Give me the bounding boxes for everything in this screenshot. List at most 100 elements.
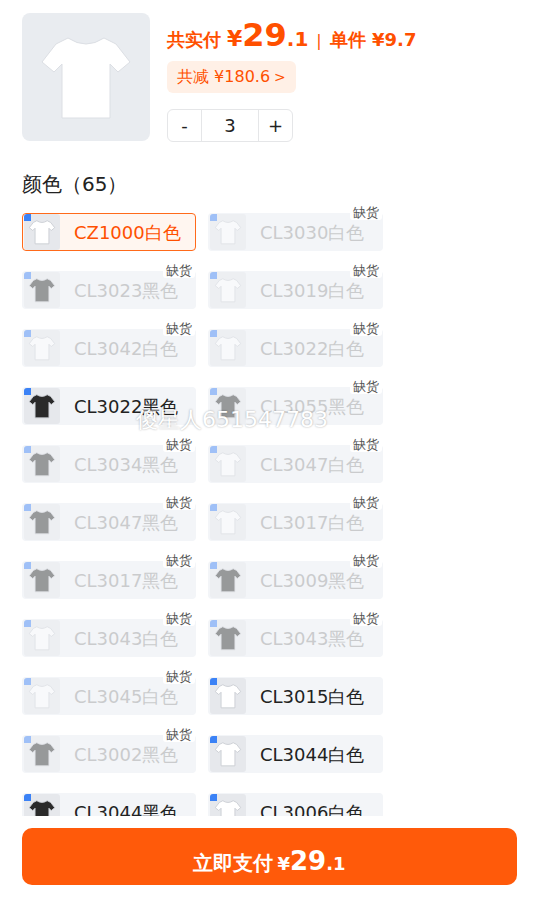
option-label[interactable]: CL3047白色 [260,451,364,478]
corner-tag-icon [24,330,31,337]
option-label[interactable]: CL3017白色 [260,509,364,536]
option-label[interactable]: CL3045白色 [74,683,178,710]
option-label[interactable]: CL3042白色 [74,335,178,362]
option-label[interactable]: CL3043黑色 [260,625,364,652]
option-chip[interactable]: CL3019白色缺货 [208,271,383,309]
option-content: CL3043黑色 [209,620,364,656]
option-content: CL3044白色 [209,736,364,772]
option-chip[interactable]: CL3022白色缺货 [208,329,383,367]
corner-tag-icon [24,388,31,395]
corner-tag-icon [24,562,31,569]
tshirt-icon [214,335,242,361]
corner-tag-icon [210,504,217,511]
option-content: CL3017黑色 [23,562,178,598]
option-chip[interactable]: CL3047黑色缺货 [22,503,196,541]
option-chip[interactable]: CL3023黑色缺货 [22,271,196,309]
option-chip[interactable]: CL3022黑色 [22,387,196,425]
option-chip[interactable]: CL3044白色 [208,735,383,773]
option-label[interactable]: CL3023黑色 [74,277,178,304]
option-label[interactable]: CL3006白色 [260,799,364,817]
option-chip[interactable]: CL3006白色 [208,793,383,816]
product-image[interactable] [22,13,150,141]
option-chip[interactable]: CL3045白色缺货 [22,677,196,715]
out-of-stock-badge: 缺货 [350,321,382,336]
tshirt-icon [28,393,56,419]
option-thumbnail [24,446,60,482]
option-chip[interactable]: CL3042白色缺货 [22,329,196,367]
option-content: CL3019白色 [209,272,364,308]
option-chip[interactable]: CL3030白色缺货 [208,213,383,251]
tshirt-icon [28,509,56,535]
option-chip[interactable]: CL3055黑色缺货 [208,387,383,425]
option-label[interactable]: CL3055黑色 [260,393,364,420]
corner-tag-icon [24,794,31,801]
option-label[interactable]: CL3019白色 [260,277,364,304]
option-label[interactable]: CL3044白色 [260,741,364,768]
option-label[interactable]: CL3043白色 [74,625,178,652]
quantity-stepper: -3+ [167,109,293,142]
minus-button[interactable]: - [168,110,202,141]
out-of-stock-badge: 缺货 [163,495,195,510]
option-chip[interactable]: CL3009黑色缺货 [208,561,383,599]
option-chip[interactable]: CL3047白色缺货 [208,445,383,483]
option-chip[interactable]: CL3017黑色缺货 [22,561,196,599]
pay-label[interactable]: 立即支付 [193,848,273,878]
corner-tag-icon [24,272,31,279]
corner-tag-icon [210,736,217,743]
out-of-stock-badge: 缺货 [350,495,382,510]
corner-tag-icon [210,794,217,801]
option-chip[interactable]: CL3015白色 [208,677,383,715]
option-label[interactable]: CL3009黑色 [260,567,364,594]
option-thumbnail [210,388,246,424]
price-label: 共实付 [167,26,221,53]
option-content: CZ1000白色 [23,214,181,250]
watermark: 傻星人651547783 [136,403,328,436]
option-thumbnail [24,388,60,424]
price-decimal: .1 [287,24,309,54]
option-label[interactable]: CL3015白色 [260,683,364,710]
tshirt-icon [28,683,56,709]
option-chip[interactable]: CL3043黑色缺货 [208,619,383,657]
option-chip[interactable]: CL3044黑色 [22,793,196,816]
option-label[interactable]: CL3047黑色 [74,509,178,536]
quantity-value[interactable]: 3 [202,110,258,141]
tshirt-icon [28,219,56,245]
option-label[interactable]: CL3044黑色 [74,799,178,817]
option-content: CL3042白色 [23,330,178,366]
pay-button[interactable]: 立即支付¥29.1 [22,828,517,885]
option-thumbnail [24,562,60,598]
plus-button[interactable]: + [258,110,292,141]
corner-tag-icon [24,620,31,627]
option-label[interactable]: CL3002黑色 [74,741,178,768]
discount-text: 共减 ¥180.6 [177,65,270,89]
option-thumbnail [210,678,246,714]
unit-price: 单件 ¥9.7 [330,26,417,53]
out-of-stock-badge: 缺货 [350,205,382,220]
option-thumbnail [210,620,246,656]
option-chip[interactable]: CL3017白色缺货 [208,503,383,541]
option-label[interactable]: CZ1000白色 [74,219,181,246]
option-label[interactable]: CL3030白色 [260,219,364,246]
option-chip[interactable]: CL3034黑色缺货 [22,445,196,483]
option-grid: CZ1000白色CL3030白色缺货CL3023黑色缺货CL3019白色缺货CL… [22,213,390,816]
option-label[interactable]: CL3017黑色 [74,567,178,594]
option-thumbnail [210,504,246,540]
option-chip[interactable]: CZ1000白色 [22,213,196,251]
option-label[interactable]: CL3022黑色 [74,393,178,420]
option-label[interactable]: CL3022白色 [260,335,364,362]
option-chip[interactable]: CL3002黑色缺货 [22,735,196,773]
tshirt-icon [214,451,242,477]
tshirt-icon [214,625,242,651]
tshirt-icon [214,683,242,709]
tshirt-icon [214,219,242,245]
option-content: CL3017白色 [209,504,364,540]
option-label[interactable]: CL3034黑色 [74,451,178,478]
option-chip[interactable]: CL3043白色缺货 [22,619,196,657]
option-content: CL3034黑色 [23,446,178,482]
out-of-stock-badge: 缺货 [163,611,195,626]
option-thumbnail [24,330,60,366]
tshirt-icon [38,32,134,122]
discount-chip[interactable]: 共减 ¥180.6> [167,61,296,93]
option-thumbnail [210,736,246,772]
corner-tag-icon [210,562,217,569]
